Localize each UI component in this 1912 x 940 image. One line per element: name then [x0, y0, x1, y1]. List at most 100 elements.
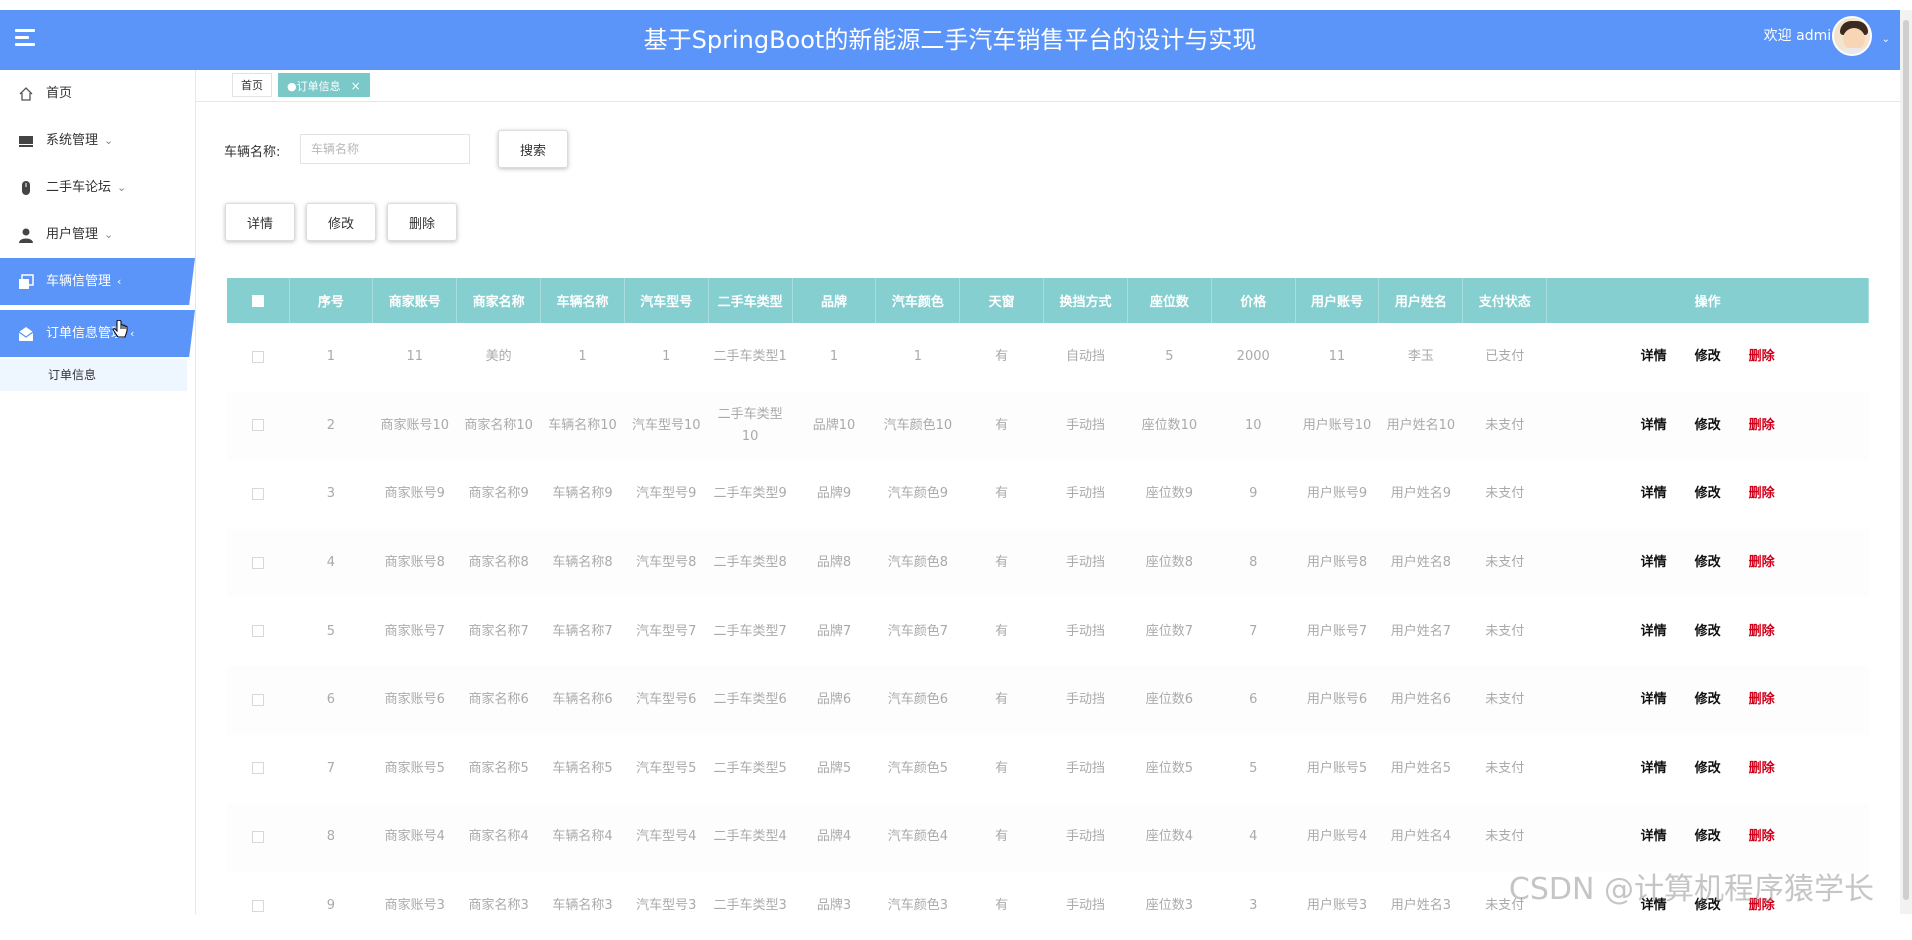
sidebar-item-system[interactable]: 系统管理⌄ — [0, 117, 195, 164]
row-checkbox[interactable] — [252, 900, 264, 912]
user-icon — [18, 227, 34, 243]
table-cell: 二手车类型4 — [708, 803, 792, 872]
row-delete-link[interactable]: 删除 — [1749, 621, 1775, 643]
table-cell: 有 — [960, 597, 1044, 666]
row-detail-link[interactable]: 详情 — [1641, 758, 1667, 780]
table-cell: 二手车类型1 — [708, 323, 792, 392]
table-cell: 9 — [289, 872, 373, 940]
chevron-down-icon: ⌄ — [104, 134, 113, 147]
sidebar-item-label: 首页 — [46, 86, 72, 101]
table-cell: 车辆名称9 — [541, 460, 625, 529]
sidebar-item-home[interactable]: 首页 — [0, 70, 195, 117]
row-delete-link[interactable]: 删除 — [1749, 346, 1775, 368]
table-cell: 1 — [541, 323, 625, 392]
table-cell: 商家账号3 — [373, 872, 457, 940]
row-delete-link[interactable]: 删除 — [1749, 758, 1775, 780]
row-checkbox[interactable] — [252, 694, 264, 706]
table-cell: 二手车类型3 — [708, 872, 792, 940]
table-row[interactable]: 5商家账号7商家名称7车辆名称7汽车型号7二手车类型7品牌7汽车颜色7有手动挡座… — [227, 597, 1869, 666]
table-row[interactable]: 8商家账号4商家名称4车辆名称4汽车型号4二手车类型4品牌4汽车颜色4有手动挡座… — [227, 803, 1869, 872]
table-cell: 商家账号10 — [373, 392, 457, 461]
search-input[interactable] — [300, 134, 470, 164]
sidebar-item-users[interactable]: 用户管理⌄ — [0, 211, 195, 258]
row-edit-link[interactable]: 修改 — [1695, 689, 1721, 711]
chevron-left-icon: ‹ — [117, 275, 121, 288]
row-edit-link[interactable]: 修改 — [1695, 621, 1721, 643]
row-actions: 详情 修改 删除 — [1547, 392, 1869, 461]
row-checkbox[interactable] — [252, 557, 264, 569]
sidebar-item-vehicles[interactable]: 车辆信管理‹ — [0, 258, 195, 305]
column-header: 用户账号 — [1295, 278, 1379, 323]
chevron-down-icon: ⌄ — [104, 228, 113, 241]
row-checkbox[interactable] — [252, 419, 264, 431]
chevron-left-icon: ‹ — [130, 327, 134, 340]
row-edit-link[interactable]: 修改 — [1695, 483, 1721, 505]
detail-button[interactable]: 详情 — [225, 203, 295, 241]
row-checkbox[interactable] — [252, 351, 264, 363]
table-cell: 汽车型号9 — [624, 460, 708, 529]
row-detail-link[interactable]: 详情 — [1641, 552, 1667, 574]
table-cell: 汽车颜色6 — [876, 666, 960, 735]
table-cell: 商家账号7 — [373, 597, 457, 666]
table-cell: 二手车类型6 — [708, 666, 792, 735]
table-row[interactable]: 2商家账号10商家名称10车辆名称10汽车型号10二手车类型10品牌10汽车颜色… — [227, 392, 1869, 461]
table-cell: 商家名称7 — [457, 597, 541, 666]
table-row[interactable]: 3商家账号9商家名称9车辆名称9汽车型号9二手车类型9品牌9汽车颜色9有手动挡座… — [227, 460, 1869, 529]
table-cell: 有 — [960, 460, 1044, 529]
edit-button[interactable]: 修改 — [306, 203, 376, 241]
table-row[interactable]: 6商家账号6商家名称6车辆名称6汽车型号6二手车类型6品牌6汽车颜色6有手动挡座… — [227, 666, 1869, 735]
sidebar-item-orders[interactable]: 订单信息管理‹ — [0, 310, 195, 357]
chevron-down-icon[interactable]: ⌄ — [1882, 34, 1890, 45]
sidebar-item-forum[interactable]: 二手车论坛⌄ — [0, 164, 195, 211]
page-scrollbar[interactable] — [1900, 10, 1912, 914]
table-row[interactable]: 7商家账号5商家名称5车辆名称5汽车型号5二手车类型5品牌5汽车颜色5有手动挡座… — [227, 735, 1869, 804]
table-row[interactable]: 111美的11二手车类型111有自动挡5200011李玉已支付详情修改删除 — [227, 323, 1869, 392]
table-cell: 7 — [289, 735, 373, 804]
close-icon[interactable]: × — [351, 79, 361, 93]
row-delete-link[interactable]: 删除 — [1749, 826, 1775, 848]
table-cell: 未支付 — [1463, 735, 1547, 804]
table-cell: 汽车型号7 — [624, 597, 708, 666]
avatar[interactable] — [1832, 16, 1872, 56]
table-cell: 车辆名称3 — [541, 872, 625, 940]
row-edit-link[interactable]: 修改 — [1695, 415, 1721, 437]
table-cell: 座位数10 — [1127, 392, 1211, 461]
row-checkbox[interactable] — [252, 625, 264, 637]
row-delete-link[interactable]: 删除 — [1749, 415, 1775, 437]
row-edit-link[interactable]: 修改 — [1695, 758, 1721, 780]
table-cell: 未支付 — [1463, 460, 1547, 529]
table-cell: 用户姓名10 — [1379, 392, 1463, 461]
search-button[interactable]: 搜索 — [498, 130, 568, 168]
table-cell: 未支付 — [1463, 666, 1547, 735]
table-cell: 李玉 — [1379, 323, 1463, 392]
row-checkbox[interactable] — [252, 488, 264, 500]
table-cell: 未支付 — [1463, 529, 1547, 598]
row-detail-link[interactable]: 详情 — [1641, 689, 1667, 711]
row-actions: 详情 修改 删除 — [1547, 803, 1869, 872]
delete-button[interactable]: 删除 — [387, 203, 457, 241]
row-edit-link[interactable]: 修改 — [1695, 552, 1721, 574]
row-checkbox[interactable] — [252, 762, 264, 774]
table-row[interactable]: 4商家账号8商家名称8车辆名称8汽车型号8二手车类型8品牌8汽车颜色8有手动挡座… — [227, 529, 1869, 598]
table-cell: 品牌4 — [792, 803, 876, 872]
row-detail-link[interactable]: 详情 — [1641, 826, 1667, 848]
row-edit-link[interactable]: 修改 — [1695, 346, 1721, 368]
row-detail-link[interactable]: 详情 — [1641, 483, 1667, 505]
column-header: 换挡方式 — [1044, 278, 1128, 323]
tab-order-info[interactable]: ●订单信息× — [278, 73, 370, 97]
row-delete-link[interactable]: 删除 — [1749, 483, 1775, 505]
row-detail-link[interactable]: 详情 — [1641, 415, 1667, 437]
row-delete-link[interactable]: 删除 — [1749, 552, 1775, 574]
row-detail-link[interactable]: 详情 — [1641, 346, 1667, 368]
row-detail-link[interactable]: 详情 — [1641, 621, 1667, 643]
table-cell: 5 — [289, 597, 373, 666]
sidebar-subitem-order-info[interactable]: 订单信息 — [0, 359, 187, 391]
tab-home[interactable]: 首页 — [232, 73, 272, 97]
row-checkbox[interactable] — [252, 831, 264, 843]
row-delete-link[interactable]: 删除 — [1749, 689, 1775, 711]
select-all-checkbox[interactable] — [252, 295, 264, 307]
table-cell: 3 — [1211, 872, 1295, 940]
row-checkbox-cell — [227, 597, 289, 666]
row-edit-link[interactable]: 修改 — [1695, 826, 1721, 848]
table-cell: 1 — [624, 323, 708, 392]
